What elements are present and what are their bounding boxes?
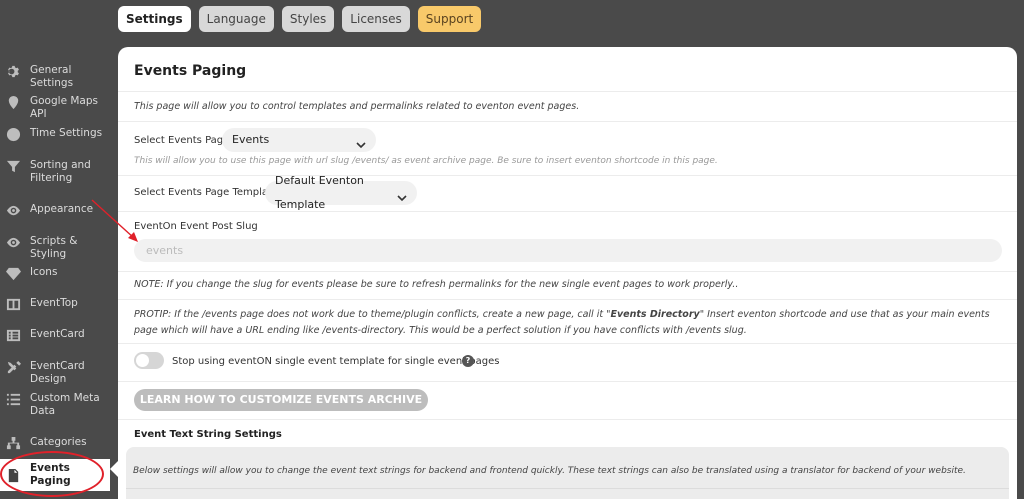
learn-customize-button[interactable]: LEARN HOW TO CUSTOMIZE EVENTS ARCHIVE PA…: [134, 389, 428, 428]
divider: [118, 121, 1017, 122]
hierarchy-icon: [6, 436, 21, 451]
page-intro: This page will allow you to control temp…: [134, 101, 580, 112]
toggle-knob: [136, 354, 149, 367]
sidebar-item-eventcard-design[interactable]: EventCard Design: [0, 360, 110, 386]
sidebar-item-eventtop[interactable]: EventTop: [0, 297, 110, 312]
divider: [118, 175, 1017, 176]
gear-icon: [6, 64, 21, 79]
divider: [126, 488, 1009, 489]
slug-label: EventOn Event Post Slug: [134, 221, 258, 232]
template-select[interactable]: Default Eventon Template: [265, 174, 417, 211]
sidebar-item-sorting-and-filtering[interactable]: Sorting and Filtering: [0, 159, 110, 185]
active-indicator: [110, 461, 118, 477]
page-title: Events Paging: [134, 63, 247, 79]
chevron-down-icon: [356, 135, 366, 149]
chevron-down-icon: [397, 188, 407, 202]
highlight-circle: [0, 451, 104, 497]
sidebar-item-label: EventTop: [30, 297, 78, 309]
filter-icon: [6, 159, 21, 174]
map-pin-icon: [6, 95, 21, 110]
eye-icon: [6, 203, 21, 218]
tab-support[interactable]: Support: [417, 6, 482, 32]
events-page-select[interactable]: Events: [222, 128, 376, 152]
protip-text: PROTIP: If the /events page does not wor…: [134, 307, 1002, 339]
sidebar-item-label: EventCard Design: [30, 360, 85, 385]
events-page-value: Events: [232, 133, 270, 146]
sidebar-item-label: EventCard: [30, 328, 85, 340]
tab-settings[interactable]: Settings: [118, 6, 191, 32]
layout-icon: [6, 297, 21, 312]
slug-note: NOTE: If you change the slug for events …: [134, 279, 739, 290]
sidebar-item-label: Time Settings: [30, 127, 103, 139]
sidebar-item-label: Icons: [30, 266, 58, 278]
text-strings-note: Below settings will allow you to change …: [133, 466, 966, 476]
annotation-arrow: [91, 199, 138, 242]
sidebar-item-eventcard[interactable]: EventCard: [0, 328, 110, 343]
divider: [118, 343, 1017, 344]
sidebar-item-label: General Settings: [30, 64, 74, 89]
events-page-label: Select Events Page: [134, 135, 230, 146]
sidebar-item-label: Sorting and Filtering: [30, 159, 91, 184]
divider: [118, 91, 1017, 92]
single-template-toggle[interactable]: [134, 352, 164, 369]
protip-strong: Events Directory: [610, 309, 700, 320]
settings-tabs: Settings Language Styles Licenses Suppor…: [118, 6, 482, 32]
divider: [118, 299, 1017, 300]
divider: [118, 419, 1017, 420]
sidebar-item-custom-meta-data[interactable]: Custom Meta Data: [0, 392, 110, 418]
diamond-icon: [6, 266, 21, 281]
help-icon[interactable]: ?: [462, 355, 474, 367]
sidebar-item-label: Appearance: [30, 203, 94, 215]
sidebar-item-icons[interactable]: Icons: [0, 266, 110, 281]
toggle-label: Stop using eventON single event template…: [172, 356, 500, 367]
text-strings-title: Event Text String Settings: [134, 429, 282, 440]
tools-icon: [6, 360, 21, 375]
main-panel: Events Paging This page will allow you t…: [118, 47, 1017, 499]
eye-icon: [6, 235, 21, 250]
divider: [118, 381, 1017, 382]
template-label: Select Events Page Template: [134, 187, 279, 198]
sidebar-item-label: Google Maps API: [30, 95, 98, 120]
tab-language[interactable]: Language: [198, 6, 274, 32]
divider: [118, 271, 1017, 272]
sidebar-item-general-settings[interactable]: General Settings: [0, 64, 110, 90]
divider: [118, 211, 1017, 212]
clock-icon: [6, 127, 21, 142]
card-icon: [6, 328, 21, 343]
tab-styles[interactable]: Styles: [281, 6, 335, 32]
sidebar-item-label: Custom Meta Data: [30, 392, 100, 417]
events-page-note: This will allow you to use this page wit…: [134, 156, 718, 166]
sidebar-item-label: Categories: [30, 436, 87, 448]
list-icon: [6, 392, 21, 407]
sidebar-item-google-maps-api[interactable]: Google Maps API: [0, 95, 110, 121]
protip-before: PROTIP: If the /events page does not wor…: [134, 309, 611, 320]
tab-licenses[interactable]: Licenses: [342, 6, 410, 32]
template-value: Default Eventon Template: [275, 174, 364, 211]
sidebar-item-time-settings[interactable]: Time Settings: [0, 127, 110, 142]
slug-input[interactable]: [134, 239, 1002, 262]
sidebar-item-categories[interactable]: Categories: [0, 436, 110, 451]
